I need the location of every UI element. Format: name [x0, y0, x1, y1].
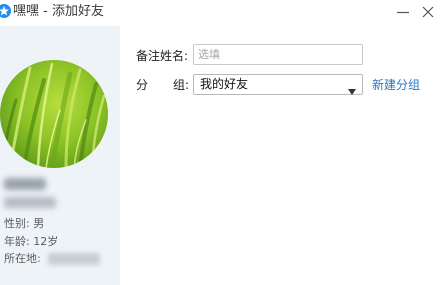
- location-redacted: [48, 253, 100, 265]
- remark-name-label: 备注姓名:: [136, 49, 189, 63]
- app-logo-icon: [0, 4, 11, 18]
- location-label: 所在地:: [4, 252, 41, 265]
- group-label-second: 组:: [173, 78, 190, 92]
- new-group-link[interactable]: 新建分组: [372, 78, 420, 93]
- close-icon: [422, 6, 434, 18]
- title-bar[interactable]: 嘿嘿 - 添加好友: [0, 0, 440, 26]
- minimize-button[interactable]: [395, 4, 411, 20]
- remark-name-input[interactable]: [193, 44, 363, 65]
- close-button[interactable]: [420, 4, 436, 20]
- add-friend-window: 嘿嘿 - 添加好友 性别: 男 年龄: 12岁 所在地: 备注姓名: 选填 分 …: [0, 0, 440, 285]
- group-select-value: 我的好友: [200, 77, 249, 91]
- chevron-down-icon[interactable]: [347, 81, 357, 100]
- profile-panel: 性别: 男 年龄: 12岁 所在地:: [0, 26, 120, 285]
- nickname-redacted: [4, 178, 46, 190]
- window-title: 嘿嘿 - 添加好友: [13, 4, 104, 19]
- account-redacted: [4, 197, 56, 208]
- avatar: [0, 60, 108, 168]
- age-text: 年龄: 12岁: [4, 235, 59, 248]
- gender-text: 性别: 男: [4, 217, 45, 230]
- grass-avatar-image: [2, 62, 106, 168]
- minimize-icon: [397, 11, 409, 14]
- group-label-first: 分: [136, 78, 149, 92]
- group-select[interactable]: 我的好友: [193, 74, 363, 95]
